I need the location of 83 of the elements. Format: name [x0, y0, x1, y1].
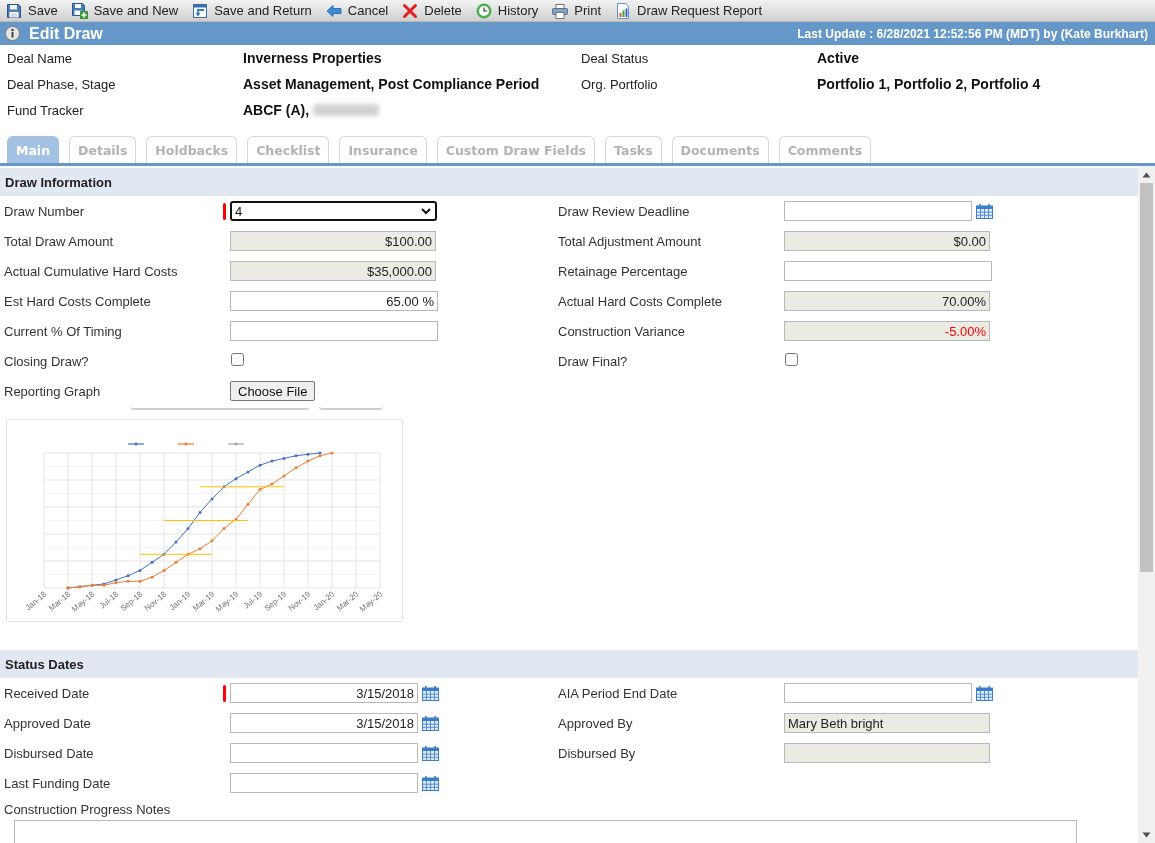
choose-file-button[interactable]: Choose File	[230, 381, 316, 401]
field-label: Approved Date	[4, 715, 92, 731]
info-value: Inverness Properties	[243, 50, 382, 66]
field-label: Approved By	[558, 715, 634, 731]
info-label: Deal Status	[581, 50, 650, 66]
calendar-icon[interactable]	[976, 685, 993, 701]
field-label: Actual Hard Costs Complete	[558, 293, 723, 309]
field-label: Disbursed Date	[4, 745, 95, 761]
date-field[interactable]	[230, 773, 418, 793]
readonly-field[interactable]: $35,000.00	[230, 261, 436, 281]
calendar-icon[interactable]	[422, 775, 439, 791]
date-field[interactable]: 3/15/2018	[230, 683, 418, 703]
printer-icon	[552, 2, 569, 19]
info-label: Fund Tracker	[7, 102, 85, 118]
calendar-icon[interactable]	[422, 745, 439, 761]
info-icon	[5, 26, 20, 41]
legend-marker-icon	[227, 442, 245, 446]
legend-marker-icon	[177, 442, 195, 446]
field-label: Retainage Percentage	[558, 263, 689, 279]
chevron-down-icon	[421, 208, 431, 215]
date-field[interactable]: 3/15/2018	[230, 713, 418, 733]
cross-icon	[402, 2, 419, 19]
history-button[interactable]: History	[474, 0, 540, 21]
field-label: Construction Progress Notes	[4, 800, 172, 819]
calendar-icon[interactable]	[422, 685, 439, 701]
info-value: ABCF (A),	[243, 102, 310, 118]
legend-marker-icon	[127, 442, 145, 446]
field-label: AIA Period End Date	[558, 685, 679, 701]
field-label: Construction Variance	[558, 323, 686, 339]
date-field[interactable]	[784, 683, 972, 703]
field-label: Total Draw Amount	[4, 233, 115, 249]
info-label: Org. Portfolio	[581, 76, 659, 92]
field-label: Closing Draw?	[4, 353, 90, 369]
field-label: Draw Number	[4, 203, 86, 219]
report-button[interactable]: Draw Request Report	[614, 0, 763, 21]
checkbox[interactable]	[785, 352, 798, 366]
last-update-text: Last Update : 6/28/2021 12:52:56 PM (MDT) by (Kate Burkhart)	[797, 26, 1148, 41]
clock-icon	[475, 2, 492, 19]
info-label: Deal Name	[7, 50, 74, 66]
field-label: Disbursed By	[558, 745, 637, 761]
scroll-up-icon[interactable]	[1142, 172, 1151, 178]
field-label: Last Funding Date	[4, 775, 112, 791]
info-label: Deal Phase, Stage	[7, 76, 117, 92]
calendar-icon[interactable]	[976, 203, 993, 219]
text-field[interactable]	[230, 321, 438, 341]
field-label: Current % Of Timing	[4, 323, 123, 339]
field-label: Actual Cumulative Hard Costs	[4, 263, 179, 279]
readonly-field[interactable]	[784, 743, 990, 763]
scrollbar[interactable]	[1138, 166, 1155, 843]
info-value: Active	[817, 50, 860, 66]
scrollbar-thumb[interactable]	[1140, 183, 1153, 572]
text-field[interactable]: 65.00 %	[230, 291, 438, 311]
section-title: Draw Information	[0, 168, 1138, 196]
cancel-button[interactable]: Cancel	[324, 0, 390, 21]
field-label: Draw Review Deadline	[558, 203, 691, 219]
save-new-button[interactable]: Save and New	[70, 0, 180, 21]
field-label: Est Hard Costs Complete	[4, 293, 152, 309]
readonly-field[interactable]: $100.00	[230, 231, 436, 251]
page-title: Edit Draw	[29, 24, 103, 43]
select-field[interactable]: 4	[230, 201, 437, 221]
field-label: Total Adjustment Amount	[558, 233, 703, 249]
floppy-disk-plus-icon	[71, 2, 88, 19]
info-value: Asset Management, Post Compliance Period	[243, 76, 540, 92]
print-button[interactable]: Print	[551, 0, 602, 21]
text-field[interactable]	[784, 261, 992, 281]
date-field[interactable]	[784, 201, 972, 221]
readonly-field[interactable]: Mary Beth bright	[784, 713, 990, 733]
calendar-icon[interactable]	[422, 715, 439, 731]
scroll-down-icon[interactable]	[1142, 832, 1151, 838]
checkbox[interactable]	[231, 352, 244, 366]
info-value: Portfolio 1, Portfolio 2, Portfolio 4	[817, 76, 1041, 92]
readonly-field[interactable]: $0.00	[784, 231, 990, 251]
field-label: Received Date	[4, 685, 91, 701]
field-label: Draw Final?	[558, 353, 629, 369]
save-return-button[interactable]: Save and Return	[191, 0, 313, 21]
arrow-left-icon	[325, 2, 342, 19]
section-title: Status Dates	[0, 650, 1138, 678]
date-field[interactable]	[230, 743, 418, 763]
chart-document-icon	[615, 2, 631, 19]
readonly-field[interactable]: 70.00%	[784, 291, 990, 311]
save-button[interactable]: Save	[5, 0, 59, 21]
field-label: Reporting Graph	[4, 383, 102, 399]
delete-button[interactable]: Delete	[401, 0, 463, 21]
